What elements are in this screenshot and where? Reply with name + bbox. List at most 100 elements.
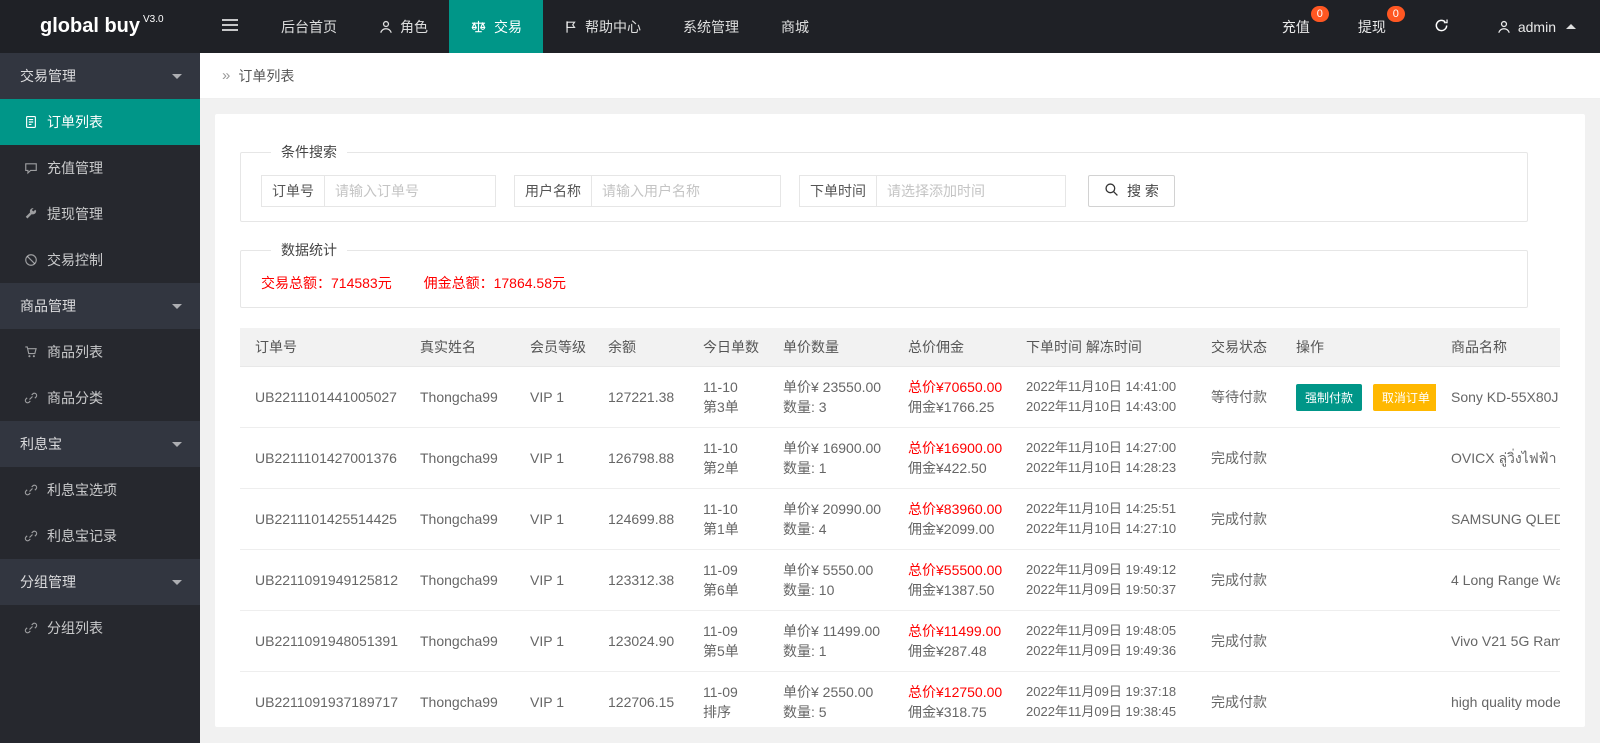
today-date: 11-09 <box>703 684 738 700</box>
cell-unit-price-qty: 单价¥ 16900.00 数量: 1 <box>768 427 893 489</box>
sidebar-section-trade-mgmt[interactable]: 交易管理 <box>0 53 200 99</box>
cell-today-orders: 11-10 第2单 <box>688 427 768 489</box>
user-menu[interactable]: admin <box>1473 0 1600 53</box>
sidebar-item-order-list[interactable]: 订单列表 <box>0 99 200 145</box>
user-name-field: 用户名称 <box>514 175 781 207</box>
header-real-name: 真实姓名 <box>405 328 515 367</box>
withdraw-icon <box>24 207 38 221</box>
commission: 佣金¥1766.25 <box>908 399 995 415</box>
cell-total-commission: 总价¥83960.00 佣金¥2099.00 <box>893 488 1011 550</box>
today-order-seq: 第2单 <box>703 460 739 476</box>
order-time-input[interactable] <box>876 175 1066 207</box>
total-price: 总价¥70650.00 <box>908 379 1003 395</box>
table-row: UB2211091937189717 Thongcha99 VIP 1 1227… <box>240 671 1560 727</box>
cell-status: 完成付款 <box>1196 610 1281 672</box>
person-icon <box>379 20 393 34</box>
nav-item-system[interactable]: 系统管理 <box>662 0 760 53</box>
cell-order-no: UB2211101425514425 <box>240 488 405 550</box>
nav-item-help[interactable]: 帮助中心 <box>543 0 662 53</box>
nav-item-mall[interactable]: 商城 <box>760 0 830 53</box>
total-price: 总价¥12750.00 <box>908 684 1003 700</box>
order-no-input[interactable] <box>324 175 496 207</box>
sidebar-section-lixibao[interactable]: 利息宝 <box>0 421 200 467</box>
app-version: V3.0 <box>143 14 164 25</box>
cell-total-commission: 总价¥70650.00 佣金¥1766.25 <box>893 366 1011 428</box>
sidebar-item-label: 分组列表 <box>47 620 103 636</box>
commission: 佣金¥422.50 <box>908 460 987 476</box>
nav-item-roles[interactable]: 角色 <box>358 0 449 53</box>
sidebar-section-group-mgmt[interactable]: 分组管理 <box>0 559 200 605</box>
commission: 佣金¥2099.00 <box>908 521 995 537</box>
user-name-input[interactable] <box>591 175 781 207</box>
cell-balance: 123024.90 <box>593 610 688 672</box>
chevron-down-icon <box>172 579 182 585</box>
cell-order-no: UB2211091948051391 <box>240 610 405 672</box>
sidebar-item-product-list[interactable]: 商品列表 <box>0 329 200 375</box>
cancel-order-button[interactable]: 取消订单 <box>1372 383 1436 411</box>
total-price: 总价¥83960.00 <box>908 501 1003 517</box>
sidebar-section-product-mgmt[interactable]: 商品管理 <box>0 283 200 329</box>
order-no-label: 订单号 <box>261 175 325 207</box>
sidebar-item-recharge-mgmt[interactable]: 充值管理 <box>0 145 200 191</box>
unfreeze-time: 2022年11月10日 14:27:10 <box>1026 521 1177 536</box>
sidebar-item-lixibao-records[interactable]: 利息宝记录 <box>0 513 200 559</box>
sidebar-toggle-button[interactable] <box>200 0 260 53</box>
cell-vip-level: VIP 1 <box>515 671 593 727</box>
cell-unit-price-qty: 单价¥ 20990.00 数量: 4 <box>768 488 893 550</box>
user-name-label: 用户名称 <box>514 175 592 207</box>
recharge-nav-item[interactable]: 充值 0 <box>1258 0 1334 53</box>
cell-order-no: UB2211091949125812 <box>240 549 405 611</box>
cell-vip-level: VIP 1 <box>515 610 593 672</box>
order-list-icon <box>24 115 38 129</box>
order-table-body: UB2211101441005027 Thongcha99 VIP 1 1272… <box>240 366 1560 727</box>
cell-unit-price-qty: 单价¥ 11499.00 数量: 1 <box>768 610 893 672</box>
sidebar-item-group-list[interactable]: 分组列表 <box>0 605 200 651</box>
unit-price: 单价¥ 20990.00 <box>783 501 882 517</box>
search-panel-legend: 条件搜索 <box>281 144 337 160</box>
cell-vip-level: VIP 1 <box>515 488 593 550</box>
top-nav: 后台首页 角色 交易 帮助中心 系统管理 商城 <box>260 0 830 53</box>
section-label: 利息宝 <box>20 436 62 452</box>
unfreeze-time: 2022年11月09日 19:49:36 <box>1026 643 1177 658</box>
sidebar-item-product-category[interactable]: 商品分类 <box>0 375 200 421</box>
chevron-down-icon <box>172 73 182 79</box>
nav-item-dashboard[interactable]: 后台首页 <box>260 0 358 53</box>
cell-unit-price-qty: 单价¥ 2550.00 数量: 5 <box>768 671 893 727</box>
sidebar-item-withdraw-mgmt[interactable]: 提现管理 <box>0 191 200 237</box>
today-date: 11-09 <box>703 562 738 578</box>
table-row: UB2211101441005027 Thongcha99 VIP 1 1272… <box>240 366 1560 428</box>
force-pay-button[interactable]: 强制付款 <box>1296 383 1363 411</box>
unfreeze-time: 2022年11月10日 14:43:00 <box>1026 399 1177 414</box>
withdraw-nav-item[interactable]: 提现 0 <box>1334 0 1410 53</box>
cell-order-time: 2022年11月09日 19:49:12 2022年11月09日 19:50:3… <box>1011 549 1196 611</box>
cart-icon <box>24 345 38 359</box>
unit-price: 单价¥ 23550.00 <box>783 379 882 395</box>
nav-label: 交易 <box>494 18 522 35</box>
total-price: 总价¥55500.00 <box>908 562 1003 578</box>
sidebar-item-label: 利息宝记录 <box>47 528 117 544</box>
cell-actions <box>1281 610 1436 672</box>
cell-total-commission: 总价¥16900.00 佣金¥422.50 <box>893 427 1011 489</box>
cell-actions <box>1281 549 1436 611</box>
stats-panel: 数据统计 交易总额：714583元 佣金总额：17864.58元 <box>240 240 1528 308</box>
cell-total-commission: 总价¥12750.00 佣金¥318.75 <box>893 671 1011 727</box>
link-icon <box>24 529 38 543</box>
hamburger-icon <box>221 18 239 35</box>
nav-item-trade[interactable]: 交易 <box>449 0 543 53</box>
cell-real-name: Thongcha99 <box>405 610 515 672</box>
cell-balance: 126798.88 <box>593 427 688 489</box>
total-price: 总价¥11499.00 <box>908 623 1002 639</box>
refresh-button[interactable] <box>1410 0 1473 53</box>
sidebar-item-trade-control[interactable]: 交易控制 <box>0 237 200 283</box>
search-button[interactable]: 搜 索 <box>1088 175 1175 207</box>
nav-label: 角色 <box>400 18 428 35</box>
commission: 佣金¥318.75 <box>908 704 987 720</box>
link-icon <box>24 621 38 635</box>
cell-vip-level: VIP 1 <box>515 427 593 489</box>
stats-row: 交易总额：714583元 佣金总额：17864.58元 <box>261 270 1507 293</box>
cell-real-name: Thongcha99 <box>405 366 515 428</box>
person-icon <box>1497 20 1511 34</box>
sidebar-item-label: 商品分类 <box>47 390 103 406</box>
sidebar-item-lixibao-options[interactable]: 利息宝选项 <box>0 467 200 513</box>
chevron-up-icon <box>1566 24 1576 29</box>
